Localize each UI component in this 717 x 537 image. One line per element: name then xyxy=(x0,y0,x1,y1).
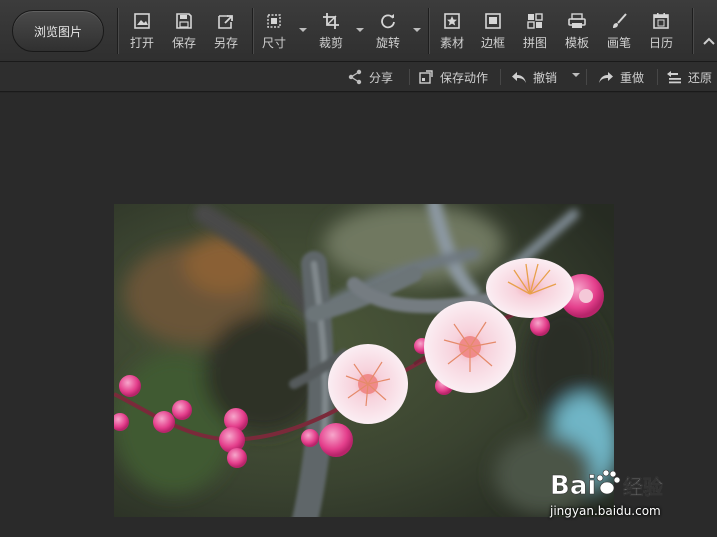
sticker-icon xyxy=(444,13,460,29)
sticker-button[interactable]: 素材 xyxy=(432,12,472,54)
save-icon xyxy=(176,13,192,29)
watermark-url: jingyan.baidu.com xyxy=(550,504,661,518)
rotate-button[interactable]: 旋转 xyxy=(368,12,408,54)
sticker-label: 素材 xyxy=(439,36,464,50)
action-divider xyxy=(500,69,501,85)
browse-images-button[interactable]: 浏览图片 xyxy=(12,10,104,52)
frame-label: 边框 xyxy=(480,36,505,50)
toolbar-divider xyxy=(692,8,693,54)
redo-label: 重做 xyxy=(620,70,645,85)
save-action-label: 保存动作 xyxy=(440,70,489,85)
save-as-icon xyxy=(218,15,233,29)
undo-button[interactable]: 撤销 xyxy=(511,67,557,87)
save-button[interactable]: 保存 xyxy=(164,12,204,54)
toolbar-divider xyxy=(117,8,118,54)
rotate-dropdown-caret[interactable] xyxy=(413,28,421,32)
share-button[interactable]: 分享 xyxy=(347,67,393,87)
more-tools-chevron-icon[interactable] xyxy=(700,30,717,52)
undo-label: 撤销 xyxy=(533,70,558,85)
brush-label: 画笔 xyxy=(606,36,631,50)
brush-button[interactable]: 画笔 xyxy=(599,12,639,54)
frame-icon xyxy=(485,13,501,29)
photo-image[interactable] xyxy=(114,204,614,517)
crop-dropdown-caret[interactable] xyxy=(356,28,364,32)
toolbar-divider xyxy=(428,8,429,54)
open-button[interactable]: 打开 xyxy=(122,12,162,54)
open-icon xyxy=(134,13,150,29)
calendar-icon xyxy=(653,13,669,29)
save-label: 保存 xyxy=(171,36,196,50)
blossom-top xyxy=(486,258,574,318)
undo-icon xyxy=(512,72,526,83)
share-label: 分享 xyxy=(369,70,394,85)
brush-icon xyxy=(613,13,627,28)
template-button[interactable]: 模板 xyxy=(557,12,597,54)
undo-dropdown-caret[interactable] xyxy=(572,73,580,77)
browse-images-label: 浏览图片 xyxy=(33,24,82,39)
rotate-label: 旋转 xyxy=(375,36,400,50)
resize-dropdown-caret[interactable] xyxy=(299,28,307,32)
collage-button[interactable]: 拼图 xyxy=(515,12,555,54)
share-icon xyxy=(348,69,362,85)
resize-icon xyxy=(267,14,281,28)
crop-label: 裁剪 xyxy=(318,36,343,50)
save-action-button[interactable]: 保存动作 xyxy=(418,67,488,87)
baidu-watermark: Bai 经验 jingyan.baidu.com xyxy=(548,460,698,522)
rotate-icon xyxy=(381,14,395,29)
blossom-center xyxy=(328,344,408,424)
open-label: 打开 xyxy=(129,36,154,50)
calendar-button[interactable]: 日历 xyxy=(641,12,681,54)
toolbar-divider xyxy=(252,8,253,54)
collage-label: 拼图 xyxy=(522,36,547,50)
restore-label: 还原 xyxy=(688,70,713,85)
redo-icon xyxy=(599,72,613,83)
template-icon xyxy=(568,13,586,28)
action-divider xyxy=(409,69,410,85)
svg-text:Bai: Bai xyxy=(550,471,596,501)
redo-button[interactable]: 重做 xyxy=(598,67,644,87)
save-as-button[interactable]: 另存 xyxy=(206,12,246,54)
svg-text:经验: 经验 xyxy=(623,475,663,499)
resize-button[interactable]: 尺寸 xyxy=(254,12,294,54)
template-label: 模板 xyxy=(564,36,589,50)
baidu-jingyan-logo: Bai 经验 xyxy=(550,469,663,501)
blossom-right xyxy=(424,301,516,393)
calendar-label: 日历 xyxy=(648,36,673,50)
restore-button[interactable]: 还原 xyxy=(666,67,712,87)
crop-icon xyxy=(323,13,339,29)
collage-icon xyxy=(527,13,543,29)
restore-icon xyxy=(667,71,681,84)
main-toolbar: 浏览图片 打开 保存 另存 尺寸 裁剪 旋转 素材 边框 拼图 模板 画笔 日历 xyxy=(0,0,717,62)
crop-button[interactable]: 裁剪 xyxy=(311,12,351,54)
plum-blossom-photo xyxy=(114,204,614,517)
frame-button[interactable]: 边框 xyxy=(473,12,513,54)
save-as-label: 另存 xyxy=(213,36,238,50)
save-action-icon xyxy=(419,70,433,84)
resize-label: 尺寸 xyxy=(261,36,286,50)
